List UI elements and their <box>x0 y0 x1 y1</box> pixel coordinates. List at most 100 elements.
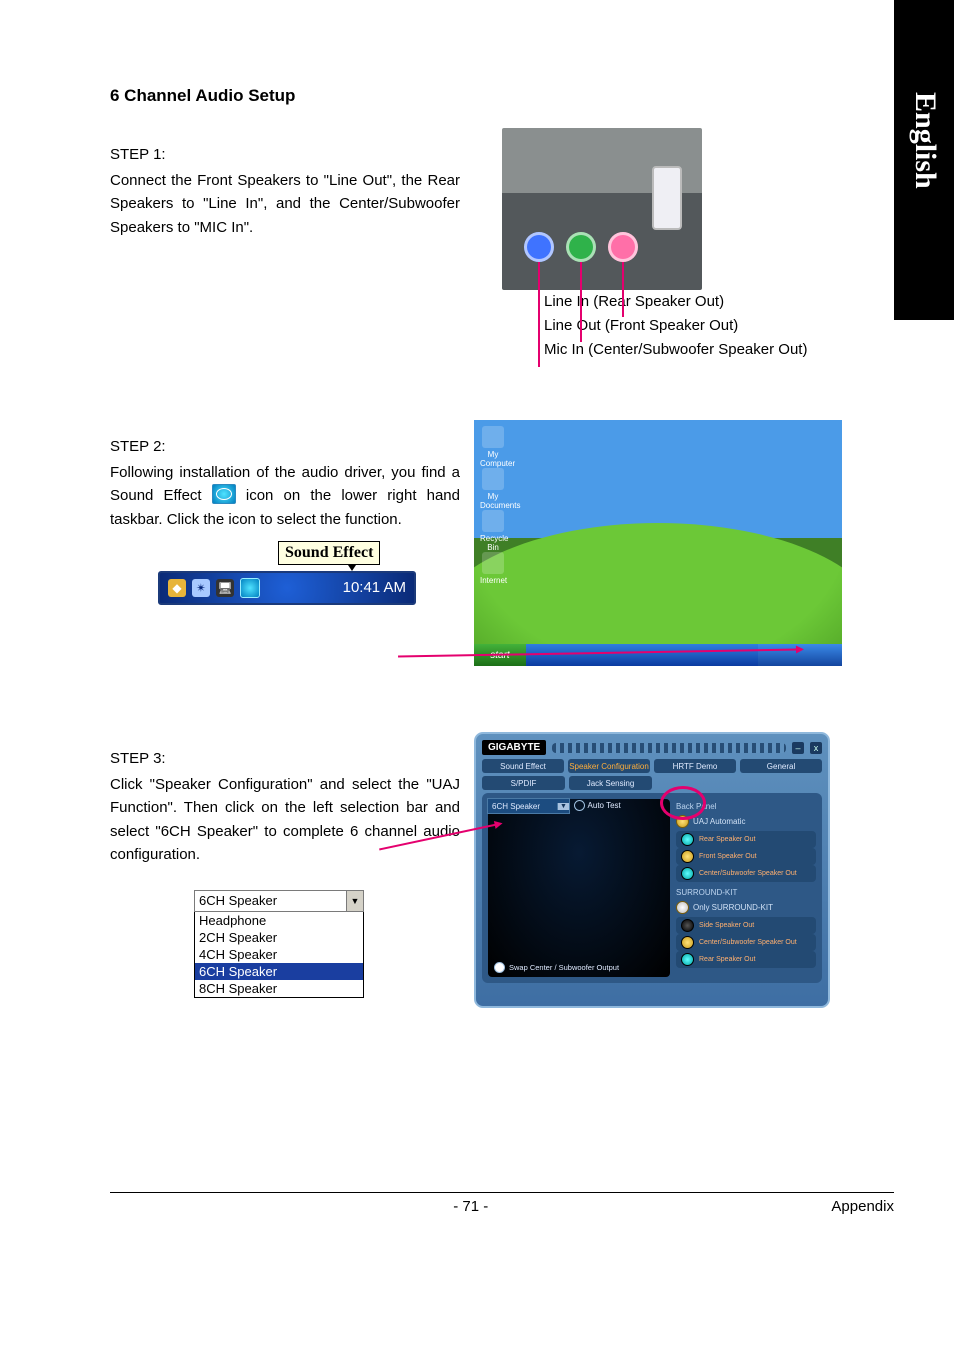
dropdown-list[interactable]: Headphone2CH Speaker4CH Speaker6CH Speak… <box>194 912 364 998</box>
dropdown-selected[interactable]: 6CH Speaker ▼ <box>194 890 364 912</box>
desktop-icon[interactable]: My Documents <box>480 468 506 510</box>
status-led-icon <box>681 833 694 846</box>
auto-test-label: Auto Test <box>588 801 621 810</box>
uaj-callout-circle <box>660 786 706 820</box>
gigabyte-logo: GIGABYTE <box>482 740 546 755</box>
output-row[interactable]: Center/Subwoofer Speaker Out <box>676 865 816 882</box>
uaj-label: UAJ Automatic <box>693 817 745 826</box>
tray-icon[interactable]: ◆ <box>168 579 186 597</box>
mic-in-label: Mic In (Center/Subwoofer Speaker Out) <box>544 338 850 362</box>
dropdown-option[interactable]: 6CH Speaker <box>195 963 363 980</box>
tooltip-pointer-icon <box>348 565 356 571</box>
output-label: Rear Speaker Out <box>699 836 755 843</box>
sound-effect-tooltip: Sound Effect <box>278 541 380 565</box>
close-button[interactable]: x <box>810 742 822 754</box>
dropdown-option[interactable]: 8CH Speaker <box>195 980 363 997</box>
output-label: Center/Subwoofer Speaker Out <box>699 939 797 946</box>
step2-text: Following installation of the audio driv… <box>110 461 460 531</box>
panel-tab[interactable]: Jack Sensing <box>569 776 652 790</box>
step2-row: STEP 2: Following installation of the au… <box>110 420 850 666</box>
step1-row: STEP 1: Connect the Front Speakers to "L… <box>110 128 850 362</box>
panel-grille-icon <box>552 743 786 753</box>
language-label: English <box>908 92 942 189</box>
output-row[interactable]: Center/Subwoofer Speaker Out <box>676 934 816 951</box>
tray-sound-effect-icon[interactable] <box>240 578 260 598</box>
dropdown-selected-label: 6CH Speaker <box>195 891 346 911</box>
content-area: 6 Channel Audio Setup STEP 1: Connect th… <box>110 86 850 1008</box>
tray-icon[interactable]: 🖥 <box>216 579 234 597</box>
dropdown-option[interactable]: 2CH Speaker <box>195 929 363 946</box>
page-number: - 71 - <box>453 1198 488 1215</box>
step1-label: STEP 1: <box>110 146 460 163</box>
output-label: Side Speaker Out <box>699 922 754 929</box>
desktop-icon[interactable]: Internet <box>480 552 506 585</box>
step3-text: Click "Speaker Configuration" and select… <box>110 773 460 866</box>
taskbar-callout: Sound Effect ◆ ✴ 🖥 10:41 AM <box>158 541 416 605</box>
chevron-down-icon[interactable]: ▼ <box>557 803 569 810</box>
step3-label: STEP 3: <box>110 750 460 767</box>
swap-center-sub-radio[interactable]: Swap Center / Subwoofer Output <box>494 962 619 973</box>
section-name: Appendix <box>831 1198 894 1215</box>
callout-line <box>538 262 540 367</box>
callout-line <box>622 262 624 317</box>
mic-in-jack-icon <box>608 232 638 262</box>
dropdown-option[interactable]: Headphone <box>195 912 363 929</box>
taskbar-clock: 10:41 AM <box>343 579 406 596</box>
only-surround-kit-row[interactable]: Only SURROUND-KIT <box>676 901 816 914</box>
sound-effect-icon <box>212 484 236 504</box>
jack-labels: Line In (Rear Speaker Out) Line Out (Fro… <box>544 290 850 362</box>
step2-label: STEP 2: <box>110 438 460 455</box>
page-title: 6 Channel Audio Setup <box>110 86 850 106</box>
output-row[interactable]: Rear Speaker Out <box>676 951 816 968</box>
output-label: Center/Subwoofer Speaker Out <box>699 870 797 877</box>
footer: - 71 - Appendix <box>110 1198 894 1215</box>
panel-right-column: Back Panel UAJ Automatic Rear Speaker Ou… <box>676 799 816 977</box>
output-label: Rear Speaker Out <box>699 956 755 963</box>
tray-icon[interactable]: ✴ <box>192 579 210 597</box>
uaj-automatic-row[interactable]: UAJ Automatic <box>676 815 816 828</box>
panel-tabs-row2: S/PDIF Jack Sensing <box>482 776 652 790</box>
panel-tabs-row1: Sound Effect Speaker Configuration HRTF De… <box>482 759 822 773</box>
dropdown-arrow-icon[interactable]: ▼ <box>346 891 363 911</box>
panel-tab[interactable]: HRTF Demo <box>654 759 736 773</box>
line-out-label: Line Out (Front Speaker Out) <box>544 314 850 338</box>
output-label: Front Speaker Out <box>699 853 757 860</box>
step1-text: Connect the Front Speakers to "Line Out"… <box>110 169 460 239</box>
status-led-icon <box>681 936 694 949</box>
panel-clip <box>652 166 682 230</box>
line-out-jack-icon <box>566 232 596 262</box>
panel-tab[interactable]: General <box>740 759 822 773</box>
status-led-icon <box>681 919 694 932</box>
callout-line <box>580 262 582 342</box>
status-led-icon <box>676 901 689 914</box>
status-led-icon <box>681 953 694 966</box>
auto-test-radio[interactable]: Auto Test <box>574 800 621 811</box>
speaker-dropdown[interactable]: 6CH Speaker ▼ Headphone2CH Speaker4CH Sp… <box>194 890 364 998</box>
output-row[interactable]: Front Speaker Out <box>676 848 816 865</box>
panel-tab[interactable]: Speaker Configuration <box>568 759 650 773</box>
dropdown-option[interactable]: 4CH Speaker <box>195 946 363 963</box>
language-side-tab: English <box>894 0 954 320</box>
surround-kit-header: SURROUND-KIT <box>676 888 816 897</box>
desktop-icon[interactable]: My Computer <box>480 426 506 468</box>
panel-tab[interactable]: Sound Effect <box>482 759 564 773</box>
audio-config-panel: GIGABYTE – x Sound Effect Speaker Configu… <box>474 732 830 1008</box>
panel-speaker-select-label: 6CH Speaker <box>488 802 557 811</box>
panel-tab[interactable]: S/PDIF <box>482 776 565 790</box>
kit-sub-label: Only SURROUND-KIT <box>693 903 773 912</box>
system-tray: ◆ ✴ 🖥 10:41 AM <box>158 571 416 605</box>
swap-label: Swap Center / Subwoofer Output <box>509 963 619 972</box>
desktop-icon[interactable]: Recycle Bin <box>480 510 506 552</box>
line-in-label: Line In (Rear Speaker Out) <box>544 290 850 314</box>
minimize-button[interactable]: – <box>792 742 804 754</box>
output-row[interactable]: Side Speaker Out <box>676 917 816 934</box>
step3-row: STEP 3: Click "Speaker Configuration" an… <box>110 732 850 1008</box>
speaker-room-preview: 6CH Speaker ▼ Auto Test Swap Center / Su… <box>488 799 670 977</box>
output-row[interactable]: Rear Speaker Out <box>676 831 816 848</box>
status-led-icon <box>681 867 694 880</box>
status-led-icon <box>681 850 694 863</box>
desktop-screenshot: My Computer My Documents Recycle Bin Int… <box>474 420 842 666</box>
panel-speaker-select[interactable]: 6CH Speaker ▼ <box>487 798 570 814</box>
line-in-jack-icon <box>524 232 554 262</box>
rear-panel-photo <box>502 128 702 290</box>
